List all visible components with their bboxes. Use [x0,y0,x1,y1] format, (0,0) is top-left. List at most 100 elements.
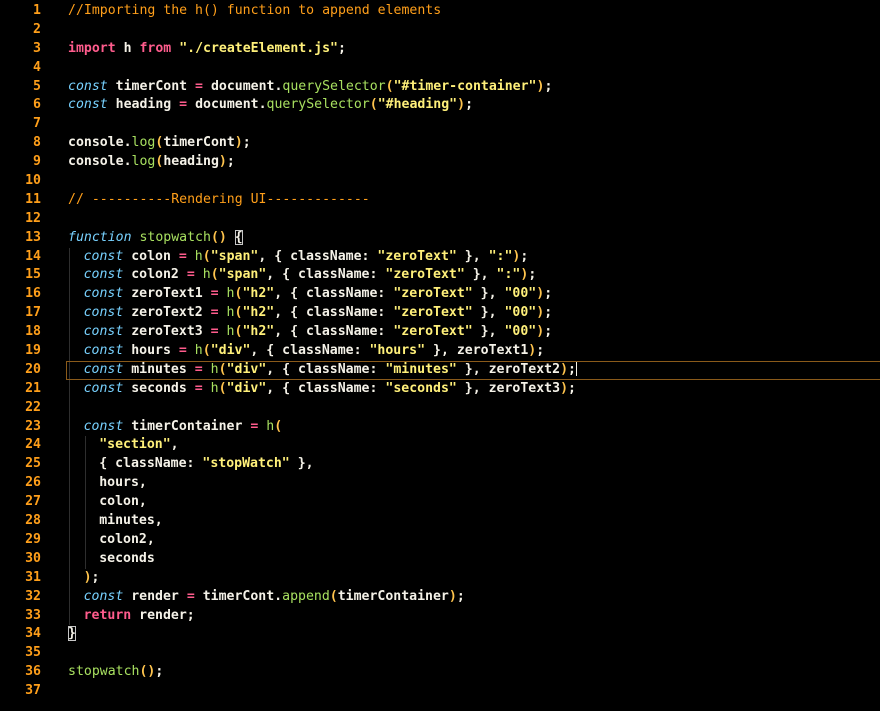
indent-guide [69,606,70,626]
code-token: , { className: [266,361,386,377]
code-token: ; [456,588,465,604]
code-line[interactable]: 16 const zeroText1 = h("h2", { className:… [0,285,880,305]
code-line[interactable]: 21 const seconds = h("div", { className: … [0,379,880,399]
code-text: colon2, [99,531,155,550]
code-token: h [210,380,219,396]
line-number: 12 [25,210,41,226]
code-text: const minutes = h("div", { className: "m… [84,361,577,380]
code-token: ) [448,588,457,604]
code-line[interactable]: 33 return render; [0,606,880,626]
code-token: }, [472,305,505,321]
code-line[interactable]: 4 [0,59,880,78]
code-token: = [179,97,188,113]
code-token: , { className: [266,380,386,396]
code-line[interactable]: 24 "section", [0,436,880,456]
code-token: return [83,607,132,623]
code-text: colon, [99,493,147,512]
code-line[interactable]: 6 const heading = document.querySelector(… [0,96,880,115]
code-line[interactable]: 27 colon, [0,493,880,513]
line-number: 27 [25,494,41,510]
code-line[interactable]: 14 const colon = h("span", { className: "… [0,247,880,267]
code-token: const [83,418,124,434]
code-line[interactable]: 5 const timerCont = document.querySelecto… [0,78,880,97]
line-number: 4 [33,59,41,75]
line-number: 33 [25,607,41,623]
code-token: = [210,305,219,321]
code-line[interactable]: 15 const colon2 = h("span", { className: … [0,266,880,286]
line-number: 2 [33,21,41,37]
indent-guide [69,512,70,531]
code-line[interactable]: 32 const render = timerCont.append(timerC… [0,587,880,607]
code-line[interactable]: 30 seconds [0,549,880,569]
code-token: function [68,229,132,245]
code-line[interactable]: 23 const timerContainer = h( [0,417,880,437]
code-line[interactable]: 13 function stopwatch() { [0,229,880,248]
code-line[interactable]: 18 const zeroText3 = h("h2", { className:… [0,323,880,343]
code-token: ; [536,343,545,359]
code-line[interactable]: 36 stopwatch(); [0,663,880,682]
code-line[interactable]: 35 [0,644,880,663]
code-token: ( [369,97,378,113]
indent-guide [69,549,70,569]
code-token: "zeroText" [393,286,473,302]
code-token: const [83,286,124,302]
code-text: hours, [99,474,147,493]
code-token: "div" [210,343,251,359]
code-token: document. [203,78,283,94]
code-token: }, zeroText1 [425,343,529,359]
code-line[interactable]: 1 //Importing the h() function to append … [0,2,880,21]
code-line[interactable]: 22 [0,398,880,418]
code-token: ; [242,135,251,151]
code-text: const hours = h("div", { className: "hou… [84,342,545,361]
code-text: const zeroText2 = h("h2", { className: "… [84,304,553,323]
code-token: "zeroText" [385,267,465,283]
code-line[interactable]: 9 console.log(heading); [0,153,880,172]
code-token: ":" [496,267,521,283]
code-token: ( [329,588,338,604]
code-line[interactable]: 11 // ----------Rendering UI------------- [0,191,880,210]
indent-guide [69,455,70,475]
line-number: 21 [25,380,41,396]
code-line[interactable]: 17 const zeroText2 = h("h2", { className:… [0,304,880,324]
code-line[interactable]: 29 colon2, [0,530,880,550]
code-token: heading [107,97,180,113]
line-number: 11 [25,191,41,207]
code-line[interactable]: 20 const minutes = h("div", { className: … [0,360,880,380]
code-line[interactable]: 28 minutes, [0,512,880,531]
code-line[interactable]: 19 const hours = h("div", { className: "h… [0,342,880,361]
code-line[interactable]: 3 import h from "./createElement.js"; [0,40,880,59]
code-line[interactable]: 31); [0,568,880,588]
code-token: zeroText1 [123,286,211,302]
indent-guide [84,512,86,531]
code-line[interactable]: 10 [0,172,880,191]
code-token: ; [528,267,537,283]
code-token: const [83,305,124,321]
code-token: = [178,343,187,359]
code-token: ) [536,324,545,340]
code-token: , { className: [258,248,378,264]
code-line[interactable]: 25 { className: "stopWatch" }, [0,455,880,475]
code-line[interactable]: 12 [0,210,880,229]
code-line[interactable]: 8 console.log(timerCont); [0,134,880,153]
code-line[interactable]: 34} [0,625,880,644]
code-token: }, [472,286,505,302]
code-token: }, zeroText3 [456,380,561,396]
code-editor[interactable]: 1 //Importing the h() function to append … [0,0,880,711]
indent-guide [69,285,70,305]
code-line[interactable]: 2 [0,21,880,40]
code-line[interactable]: 7 [0,115,880,134]
indent-guide [69,247,70,267]
code-token: , { className: [274,286,394,302]
code-token: heading [163,154,219,170]
code-token: = [194,380,203,396]
code-text: const timerCont = document.querySelector… [68,78,552,97]
code-text: const render = timerCont.append(timerCon… [84,588,465,607]
code-token: , { className: [250,343,370,359]
code-line[interactable]: 26 hours, [0,474,880,494]
code-token: ( [218,361,227,377]
code-line[interactable]: 37 [0,682,880,701]
code-token: "h2" [242,324,275,340]
